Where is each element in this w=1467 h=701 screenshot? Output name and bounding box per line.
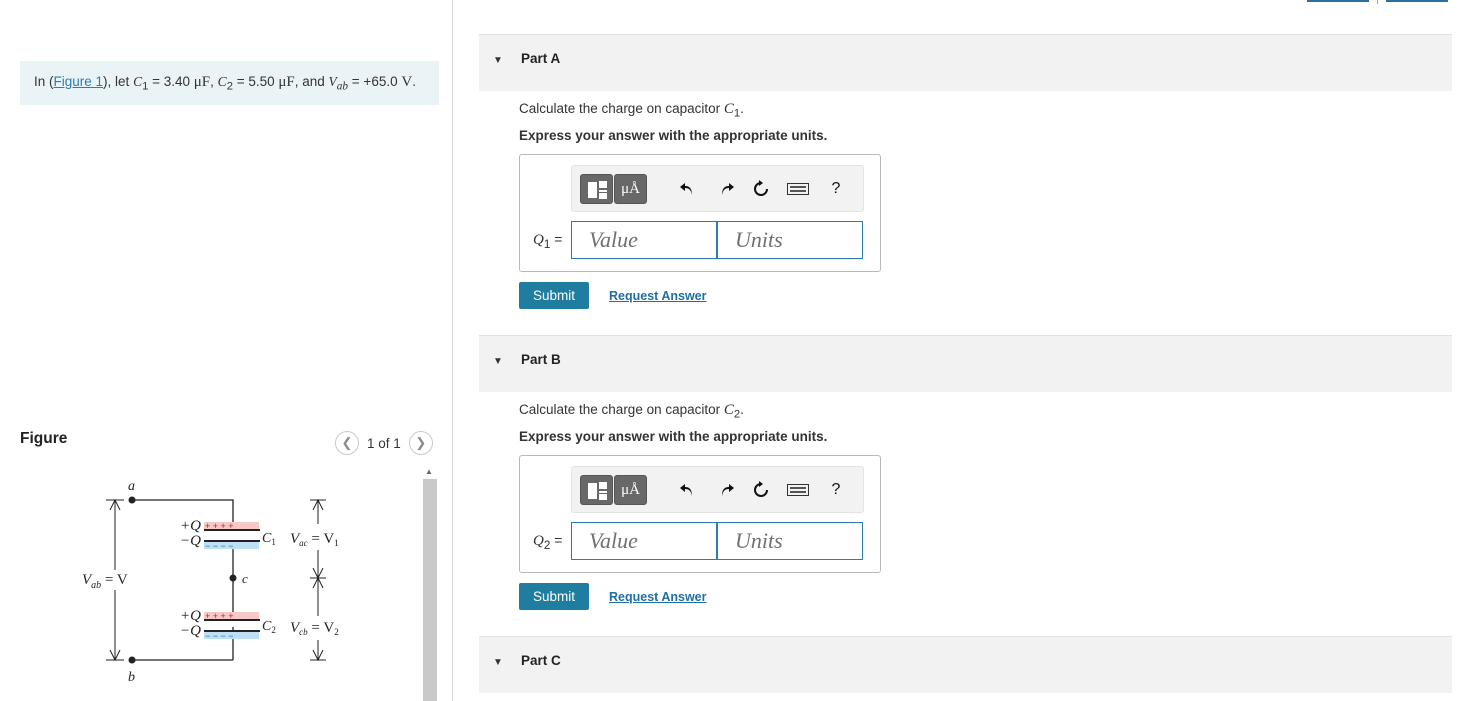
circuit-diagram: Vab = V a c b + + + + − − − − +Q −Q C1 +… [82, 479, 339, 685]
node-c-label: c [242, 571, 248, 586]
c1-symbol: C [133, 74, 143, 89]
part-c-header[interactable]: ▼ Part C [479, 636, 1452, 693]
templates-icon[interactable] [580, 174, 613, 204]
pager-text: 1 of 1 [367, 435, 401, 451]
part-a-label: Part A [521, 51, 561, 66]
right-panel: ▼ Part A Calculate the charge on capacit… [479, 0, 1467, 701]
figure-pager: ❮ 1 of 1 ❯ [335, 431, 433, 455]
left-panel: In (Figure 1), let C1 = 3.40 μF, C2 = 5.… [0, 0, 452, 701]
c2-plus-q-label: +Q [180, 608, 201, 624]
part-b-question: Calculate the charge on capacitor C2. [519, 402, 744, 421]
collapse-triangle-icon[interactable]: ▼ [493, 55, 503, 66]
submit-button[interactable]: Submit [519, 282, 589, 309]
units-input[interactable]: Units [717, 221, 863, 259]
c1-minus-q-label: −Q [180, 533, 201, 549]
part-b-header[interactable]: ▼ Part B [479, 335, 1452, 392]
svg-text:+ + + +: + + + + [205, 521, 234, 531]
redo-icon[interactable] [715, 478, 739, 502]
units-button[interactable]: μÅ [614, 475, 647, 505]
c2-value: = 5.50 [232, 74, 279, 89]
part-b-label: Part B [521, 352, 561, 367]
svg-text:− − − −: − − − − [205, 631, 234, 641]
help-button[interactable]: ? [824, 478, 848, 502]
vac-vcb-arrows [310, 498, 326, 662]
node-a-label: a [128, 479, 135, 494]
value-input[interactable]: Value [571, 522, 717, 560]
scrollbar-thumb[interactable] [423, 479, 437, 701]
node-b-label: b [128, 670, 135, 685]
units-input[interactable]: Units [717, 522, 863, 560]
vab-unit: V [401, 74, 413, 90]
c1-label: C1 [262, 531, 276, 547]
intro-text: In ( [34, 74, 54, 89]
scroll-up-icon[interactable]: ▲ [425, 467, 433, 476]
submit-button[interactable]: Submit [519, 583, 589, 610]
c1-unit: μF [193, 74, 211, 90]
undo-icon[interactable] [675, 177, 699, 201]
vab-subscript: ab [336, 80, 349, 93]
redo-icon[interactable] [715, 177, 739, 201]
figure-scrollbar[interactable]: ▲ [420, 465, 438, 701]
collapse-triangle-icon[interactable]: ▼ [493, 356, 503, 367]
templates-icon[interactable] [580, 475, 613, 505]
value-input[interactable]: Value [571, 221, 717, 259]
c1-plus-q-label: +Q [180, 518, 201, 534]
vab-value: = +65.0 [348, 74, 402, 89]
vab-label: Vab = V [82, 572, 128, 591]
request-answer-link[interactable]: Request Answer [609, 590, 706, 604]
chevron-left-icon[interactable]: ❮ [335, 431, 359, 455]
svg-text:+ + + +: + + + + [205, 611, 234, 621]
keyboard-icon[interactable] [786, 478, 810, 502]
c2-minus-q-label: −Q [180, 623, 201, 639]
intro-text: , and [294, 74, 329, 89]
intro-text: . [412, 74, 416, 89]
answer-label: Q1 = [533, 231, 563, 251]
undo-icon[interactable] [675, 478, 699, 502]
vcb-label: Vcb = V2 [290, 620, 339, 637]
part-b-answer-box: μÅ ? Q2 = Value Units [519, 455, 881, 573]
c2-symbol: C [217, 74, 227, 89]
math-toolbar: μÅ ? [571, 466, 864, 513]
reset-icon[interactable] [749, 177, 773, 201]
chevron-right-icon[interactable]: ❯ [408, 431, 433, 455]
circuit-figure: Vab = V a c b + + + + − − − − +Q −Q C1 +… [20, 462, 440, 701]
request-answer-link[interactable]: Request Answer [609, 289, 706, 303]
intro-text: ), let [103, 74, 134, 89]
c2-unit: μF [278, 74, 295, 90]
part-a-question: Calculate the charge on capacitor C1. [519, 101, 744, 120]
units-button[interactable]: μÅ [614, 174, 647, 204]
part-a-instructions: Express your answer with the appropriate… [519, 128, 828, 143]
part-c-label: Part C [521, 653, 561, 668]
intro-text: , [210, 74, 218, 89]
vac-label: Vac = V1 [290, 531, 339, 548]
capacitor-c1: + + + + − − − − [204, 521, 260, 551]
svg-text:− − − −: − − − − [205, 541, 234, 551]
part-a-header[interactable]: ▼ Part A [479, 34, 1452, 91]
c2-label: C2 [262, 619, 276, 635]
figure-title: Figure [20, 430, 68, 447]
figure-link[interactable]: Figure 1 [54, 74, 104, 89]
vab-symbol: V [328, 74, 337, 89]
node-c [229, 574, 237, 582]
answer-label: Q2 = [533, 532, 563, 552]
math-toolbar: μÅ ? [571, 165, 864, 212]
part-b-instructions: Express your answer with the appropriate… [519, 429, 828, 444]
keyboard-icon[interactable] [786, 177, 810, 201]
panel-divider [452, 0, 453, 701]
c1-value: = 3.40 [148, 74, 194, 89]
collapse-triangle-icon[interactable]: ▼ [493, 657, 503, 668]
problem-intro: In (Figure 1), let C1 = 3.40 μF, C2 = 5.… [20, 61, 439, 105]
node-b [128, 656, 136, 664]
reset-icon[interactable] [749, 478, 773, 502]
part-a-answer-box: μÅ ? Q1 = Value Units [519, 154, 881, 272]
help-button[interactable]: ? [824, 177, 848, 201]
capacitor-c2: + + + + − − − − [204, 611, 260, 641]
